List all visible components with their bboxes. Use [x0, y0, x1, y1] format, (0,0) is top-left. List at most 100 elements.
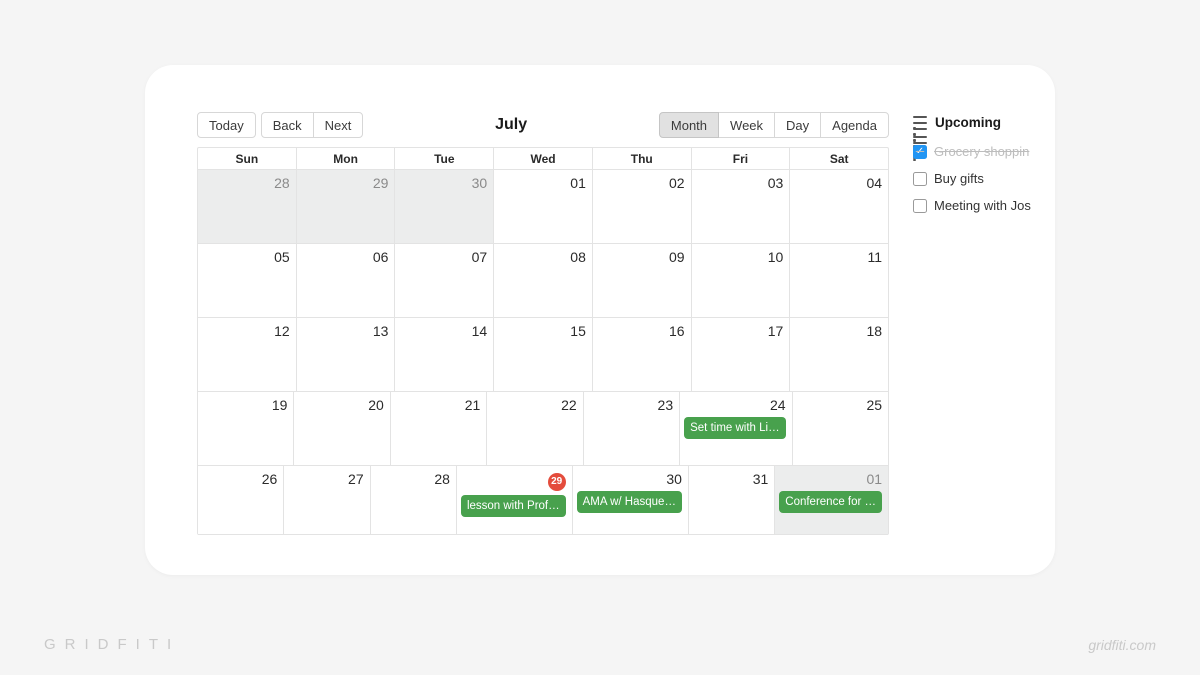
upcoming-sidebar: Upcoming ✓ Grocery shoppin Buy gifts Meetin…: [913, 111, 1031, 547]
calendar-event[interactable]: Conference for …: [779, 491, 882, 513]
day-cell[interactable]: 08: [494, 244, 593, 317]
day-cell[interactable]: 30 AMA w/ Hasque…: [573, 466, 689, 534]
day-number: 30: [577, 471, 682, 487]
day-cell[interactable]: 20: [294, 392, 390, 465]
day-number: 09: [597, 249, 685, 265]
day-cell[interactable]: 17: [692, 318, 791, 391]
day-number: 13: [301, 323, 389, 339]
day-cell[interactable]: 11: [790, 244, 888, 317]
day-cell[interactable]: 27: [284, 466, 370, 534]
day-number: 11: [794, 249, 882, 265]
view-week-button[interactable]: Week: [718, 112, 775, 138]
dayhead-row: Sun Mon Tue Wed Thu Fri Sat: [198, 148, 888, 170]
day-cell[interactable]: 28: [371, 466, 457, 534]
day-number: 06: [301, 249, 389, 265]
day-number: 27: [288, 471, 363, 487]
day-cell[interactable]: 06: [297, 244, 396, 317]
day-cell[interactable]: 26: [198, 466, 284, 534]
day-cell[interactable]: 16: [593, 318, 692, 391]
day-number: 12: [202, 323, 290, 339]
day-number: 24: [684, 397, 785, 413]
day-number: 05: [202, 249, 290, 265]
day-number: 10: [696, 249, 784, 265]
day-cell[interactable]: 31: [689, 466, 775, 534]
day-cell[interactable]: 25: [793, 392, 888, 465]
day-cell[interactable]: 18: [790, 318, 888, 391]
day-number: 25: [797, 397, 882, 413]
week-row: 26 27 28 29 lesson with Prof… 30 AMA w/ Hasque…: [198, 466, 888, 535]
back-button[interactable]: Back: [261, 112, 314, 138]
day-number: 29: [301, 175, 389, 191]
calendar-event[interactable]: Set time with Li…: [684, 417, 785, 439]
day-number: 08: [498, 249, 586, 265]
day-cell[interactable]: 29 lesson with Prof…: [457, 466, 573, 534]
calendar-panel: Today Back Next July Month Week Day Agen…: [197, 111, 889, 547]
nav-button-group: Today Back Next: [197, 112, 363, 138]
sidebar-title-row: Upcoming: [913, 115, 1031, 130]
day-cell[interactable]: 12: [198, 318, 297, 391]
day-cell[interactable]: 13: [297, 318, 396, 391]
calendar-event[interactable]: AMA w/ Hasque…: [577, 491, 682, 513]
calendar-grid: Sun Mon Tue Wed Thu Fri Sat 282930010203…: [197, 147, 889, 535]
dayhead-fri: Fri: [692, 148, 791, 169]
upcoming-item-label: Grocery shoppin: [934, 144, 1029, 159]
today-badge: 29: [548, 473, 566, 491]
day-cell[interactable]: 04: [790, 170, 888, 243]
list-icon: [913, 116, 927, 130]
upcoming-item[interactable]: Buy gifts: [913, 171, 1031, 186]
day-cell[interactable]: 21: [391, 392, 487, 465]
day-cell[interactable]: 15: [494, 318, 593, 391]
day-cell[interactable]: 30: [395, 170, 494, 243]
upcoming-item[interactable]: ✓ Grocery shoppin: [913, 144, 1031, 159]
day-number: 26: [202, 471, 277, 487]
day-number: 20: [298, 397, 383, 413]
day-cell[interactable]: 01: [494, 170, 593, 243]
week-row: 12 13 14 15161718: [198, 318, 888, 392]
day-cell[interactable]: 22: [487, 392, 583, 465]
day-number: 01: [779, 471, 882, 487]
day-cell[interactable]: 29: [297, 170, 396, 243]
upcoming-item[interactable]: Meeting with Jos: [913, 198, 1031, 213]
dayhead-sat: Sat: [790, 148, 888, 169]
day-number: 01: [498, 175, 586, 191]
day-number: 19: [202, 397, 287, 413]
day-number: 30: [399, 175, 487, 191]
upcoming-item-label: Buy gifts: [934, 171, 984, 186]
day-cell[interactable]: 10: [692, 244, 791, 317]
checkbox-icon[interactable]: [913, 199, 927, 213]
checkbox-checked-icon[interactable]: ✓: [913, 145, 927, 159]
watermark-brand: GRIDFITI: [44, 636, 180, 653]
day-cell[interactable]: 19: [198, 392, 294, 465]
day-number: 14: [399, 323, 487, 339]
dayhead-thu: Thu: [593, 148, 692, 169]
day-cell[interactable]: 24 Set time with Li…: [680, 392, 792, 465]
day-cell[interactable]: 28: [198, 170, 297, 243]
day-number: 22: [491, 397, 576, 413]
month-title: July: [495, 116, 527, 134]
day-cell[interactable]: 01 Conference for …: [775, 466, 888, 534]
calendar-event[interactable]: lesson with Prof…: [461, 495, 566, 517]
view-agenda-button[interactable]: Agenda: [820, 112, 889, 138]
next-button[interactable]: Next: [313, 112, 364, 138]
view-day-button[interactable]: Day: [774, 112, 821, 138]
day-cell[interactable]: 14: [395, 318, 494, 391]
calendar-toolbar: Today Back Next July Month Week Day Agen…: [197, 111, 889, 139]
day-cell[interactable]: 07: [395, 244, 494, 317]
dayhead-mon: Mon: [297, 148, 396, 169]
week-row: 05 06 07 08 09 10 11: [198, 244, 888, 318]
view-month-button[interactable]: Month: [659, 112, 719, 138]
day-cell[interactable]: 03: [692, 170, 791, 243]
day-cell[interactable]: 09: [593, 244, 692, 317]
day-number: 23: [588, 397, 673, 413]
day-number: 18: [794, 323, 882, 339]
view-button-group: Month Week Day Agenda: [659, 112, 889, 138]
day-cell[interactable]: 23: [584, 392, 680, 465]
day-number: 03: [696, 175, 784, 191]
checkbox-icon[interactable]: [913, 172, 927, 186]
today-button[interactable]: Today: [197, 112, 256, 138]
dayhead-sun: Sun: [198, 148, 297, 169]
day-number: 07: [399, 249, 487, 265]
day-cell[interactable]: 05: [198, 244, 297, 317]
day-number: 04: [794, 175, 882, 191]
day-cell[interactable]: 02: [593, 170, 692, 243]
